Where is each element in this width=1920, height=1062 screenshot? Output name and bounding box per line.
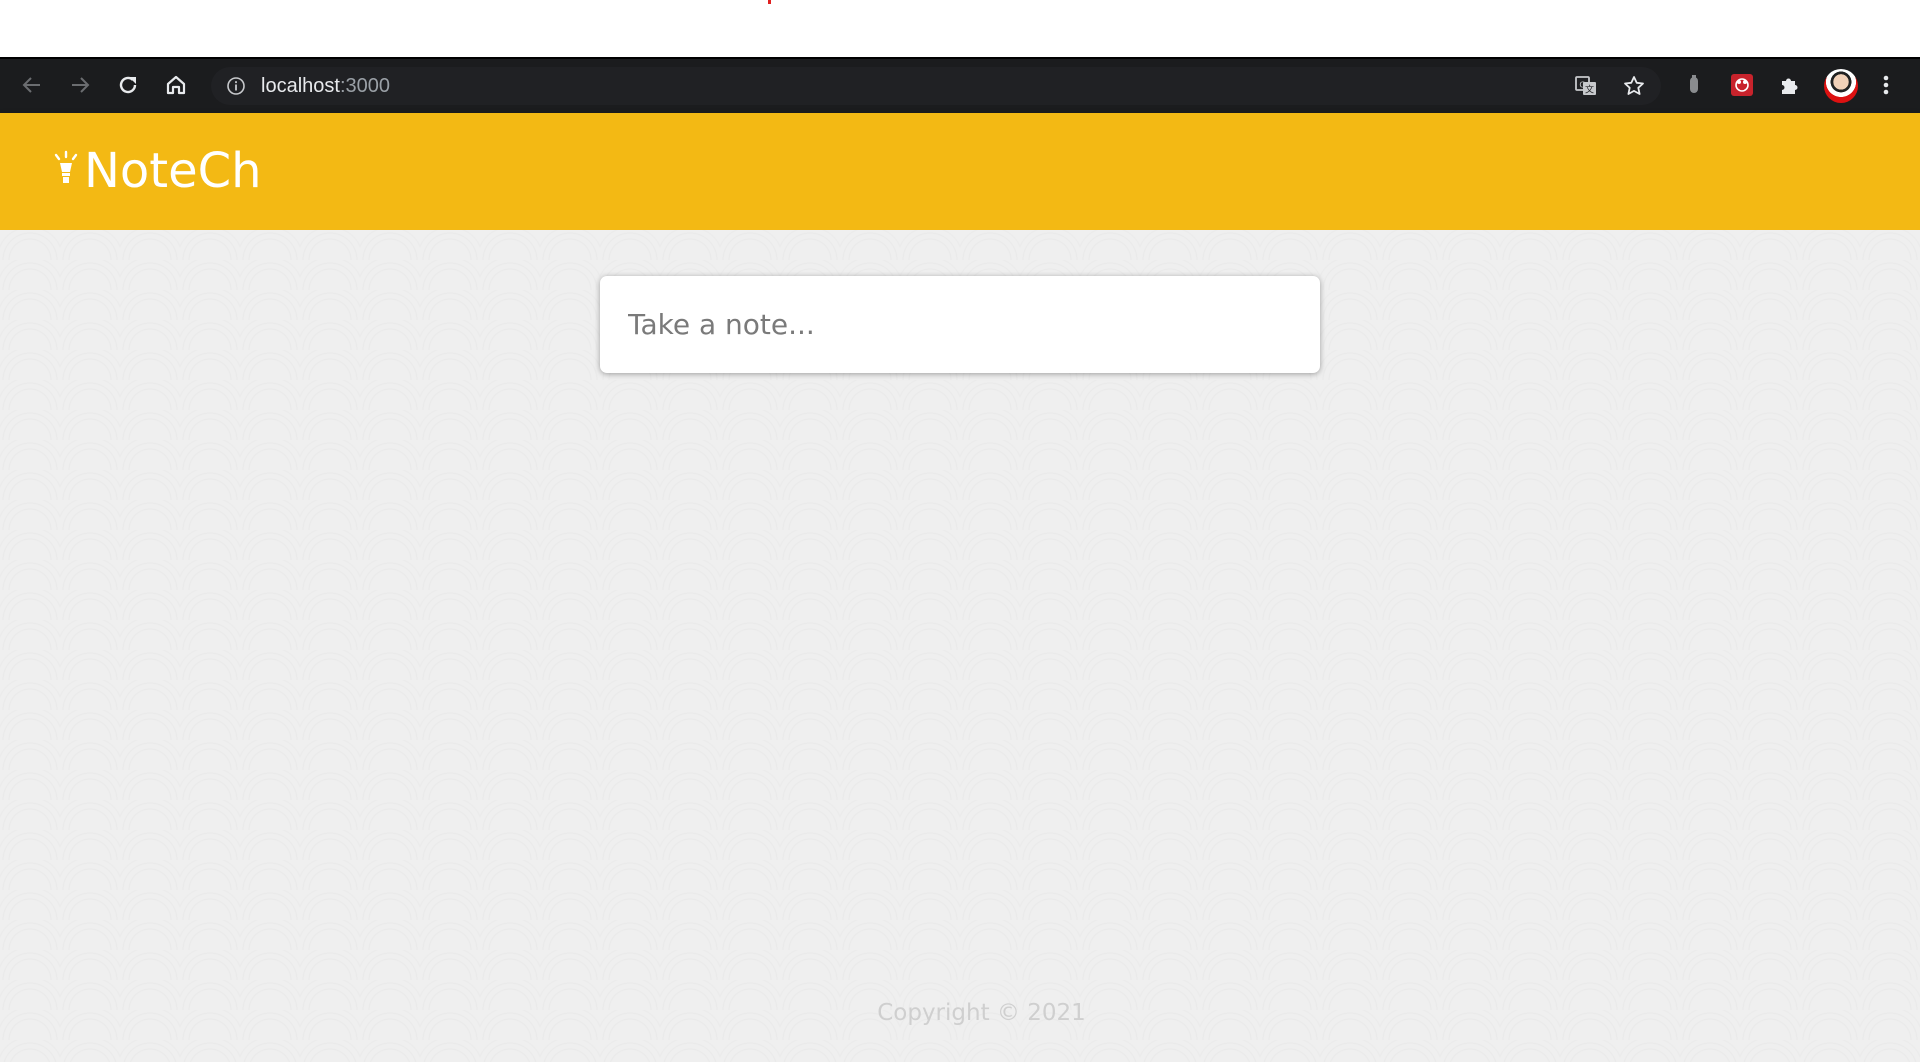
- extension-icon[interactable]: [1678, 69, 1710, 101]
- app-header: NoteCh: [0, 113, 1920, 230]
- extension-red-icon[interactable]: [1726, 69, 1758, 101]
- url-port: :3000: [339, 75, 390, 97]
- svg-text:G: G: [1579, 81, 1585, 90]
- forward-icon[interactable]: [64, 69, 96, 101]
- url-text[interactable]: localhost:3000: [261, 75, 390, 98]
- svg-text:文: 文: [1585, 84, 1594, 96]
- note-input[interactable]: [628, 304, 1288, 344]
- note-card[interactable]: [600, 276, 1320, 373]
- brand-name: NoteCh: [84, 143, 262, 199]
- url-host: localhost: [261, 75, 340, 97]
- avatar[interactable]: [1824, 69, 1858, 103]
- info-icon[interactable]: [226, 76, 246, 100]
- star-icon[interactable]: [1622, 74, 1646, 102]
- back-icon[interactable]: [16, 69, 48, 101]
- menu-icon[interactable]: [1870, 69, 1902, 101]
- reload-icon[interactable]: [112, 69, 144, 101]
- lightbulb-icon: [52, 149, 80, 193]
- browser-toolbar: localhost:3000 文G: [0, 57, 1920, 113]
- main-content: Copyright © 2021: [0, 230, 1920, 1062]
- extensions-puzzle-icon[interactable]: [1774, 69, 1806, 101]
- footer-copyright: Copyright © 2021: [877, 1000, 1086, 1026]
- home-icon[interactable]: [160, 69, 192, 101]
- top-strip: [0, 0, 1920, 57]
- brand[interactable]: NoteCh: [52, 143, 262, 199]
- address-bar[interactable]: localhost:3000 文G: [211, 67, 1661, 105]
- translate-icon[interactable]: 文G: [1574, 74, 1598, 102]
- cursor-mark: [768, 0, 771, 4]
